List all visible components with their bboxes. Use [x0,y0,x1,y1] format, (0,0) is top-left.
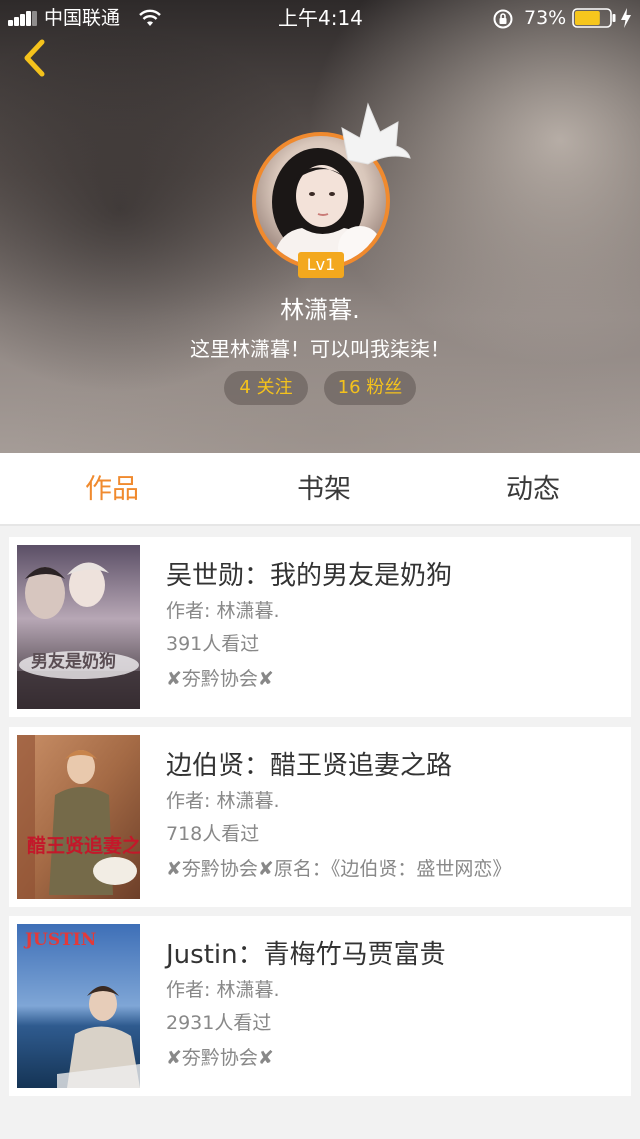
back-button[interactable] [12,34,56,82]
profile-header: 中国联通 上午4:14 73% Lv1 林潇暮. 这里林潇暮！可以叫我柒柒！ 4… [0,0,640,453]
book-cover-title: 醋王贤追妻之路 [27,835,140,857]
book-list-item[interactable]: 男友是奶狗 吴世勋：我的男友是奶狗 作者: 林潇暮. 391人看过 ✘夯黔协会✘ [9,537,631,717]
followers-count-button[interactable]: 16 粉丝 [324,371,416,405]
book-author: 作者: 林潇暮. [166,600,280,622]
book-title: 吴世勋：我的男友是奶狗 [166,561,453,591]
user-name: 林潇暮. [280,296,360,324]
book-list-item[interactable]: JUSTIN Justin：青梅竹马贾富贵 作者: 林潇暮. 2931人看过 ✘… [9,916,631,1096]
carrier-label: 中国联通 [44,7,121,29]
charging-bolt-icon [621,8,631,28]
book-cover-art [17,735,140,899]
book-title: 边伯贤：醋王贤追妻之路 [166,751,453,781]
battery-icon [572,8,616,28]
status-time: 上午4:14 [278,6,363,30]
user-bio: 这里林潇暮！可以叫我柒柒！ [190,337,450,361]
book-author: 作者: 林潇暮. [166,790,280,812]
tab-activity[interactable]: 动态 [443,453,623,526]
book-cover-art [17,545,140,709]
level-badge: Lv1 [298,252,344,278]
rotation-lock-icon [493,9,513,29]
battery-percent: 73% [524,7,567,29]
book-cover: 醋王贤追妻之路 [17,735,140,899]
book-tags: ✘夯黔协会✘原名：《边伯贤：盛世网恋》 [166,858,512,880]
book-cover-title: JUSTIN [25,930,97,950]
wifi-icon [139,9,161,26]
book-tags: ✘夯黔协会✘ [166,1047,274,1069]
tab-works[interactable]: 作品 [22,453,202,526]
book-view-count: 391人看过 [166,633,260,655]
crown-icon [341,102,411,165]
tab-bookshelf[interactable]: 书架 [234,453,414,526]
profile-screen: 中国联通 上午4:14 73% Lv1 林潇暮. 这里林潇暮！可以叫我柒柒！ 4… [0,0,640,1139]
book-cover-title: 男友是奶狗 [31,652,116,672]
book-title: Justin：青梅竹马贾富贵 [166,940,446,970]
book-cover: JUSTIN [17,924,140,1088]
following-count-button[interactable]: 4 关注 [224,371,308,405]
book-list-item[interactable]: 醋王贤追妻之路 边伯贤：醋王贤追妻之路 作者: 林潇暮. 718人看过 ✘夯黔协… [9,727,631,907]
book-cover: 男友是奶狗 [17,545,140,709]
book-view-count: 2931人看过 [166,1012,272,1034]
chevron-left-icon [24,39,45,77]
book-view-count: 718人看过 [166,823,260,845]
status-bar: 中国联通 上午4:14 73% [0,0,640,36]
profile-tabs: 作品 书架 动态 [0,453,640,526]
book-author: 作者: 林潇暮. [166,979,280,1001]
signal-icon [8,10,38,26]
book-tags: ✘夯黔协会✘ [166,668,274,690]
